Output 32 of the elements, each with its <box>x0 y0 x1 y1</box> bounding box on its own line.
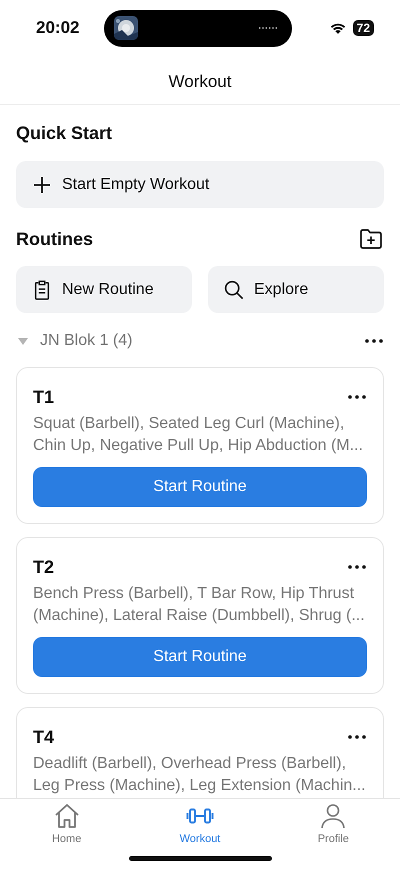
screen-title: Workout <box>168 72 232 92</box>
more-icon[interactable] <box>347 735 367 739</box>
routine-title: T1 <box>33 386 54 408</box>
explore-button[interactable]: Explore <box>208 266 384 313</box>
clock-time: 20:02 <box>36 18 80 38</box>
home-tab[interactable]: Home <box>0 799 134 850</box>
add-folder-icon[interactable] <box>359 228 383 250</box>
routine-title: T2 <box>33 556 54 578</box>
folder-name[interactable]: JN Blok 1 (4) <box>40 332 132 350</box>
more-icon[interactable] <box>347 395 367 399</box>
routine-title: T4 <box>33 726 54 748</box>
more-icon[interactable] <box>364 339 384 343</box>
waveform-icon <box>258 26 278 30</box>
house-icon <box>52 802 81 830</box>
person-icon <box>319 802 348 830</box>
exercise-list: Deadlift (Barbell), Overhead Press (Barbell), Leg Press (Machine), Leg Extension (Machin... <box>33 753 367 797</box>
more-icon[interactable] <box>347 565 367 569</box>
section-title: Routines <box>16 228 94 250</box>
start-empty-workout-button[interactable]: Start Empty Workout <box>16 161 384 208</box>
section-title: Quick Start <box>16 123 114 144</box>
new-routine-button[interactable]: New Routine <box>16 266 192 313</box>
exercise-list: Bench Press (Barbell), T Bar Row, Hip Thrust (Machine), Lateral Raise (Dumbbell), Shrug (... <box>33 583 367 627</box>
exercise-list: Squat (Barbell), Seated Leg Curl (Machine), Chin Up, Negative Pull Up, Hip Abduction (M... <box>33 413 367 457</box>
start-routine-button[interactable]: Start Routine <box>33 637 367 677</box>
workout-tab[interactable]: Workout <box>133 799 267 850</box>
clipboard-icon <box>32 280 52 300</box>
start-routine-button[interactable]: Start Routine <box>33 467 367 507</box>
profile-tab[interactable]: Profile <box>266 799 400 850</box>
search-icon <box>224 280 244 300</box>
plus-icon <box>32 174 52 194</box>
wifi-icon <box>328 21 347 35</box>
battery-level: 72 <box>352 20 374 36</box>
